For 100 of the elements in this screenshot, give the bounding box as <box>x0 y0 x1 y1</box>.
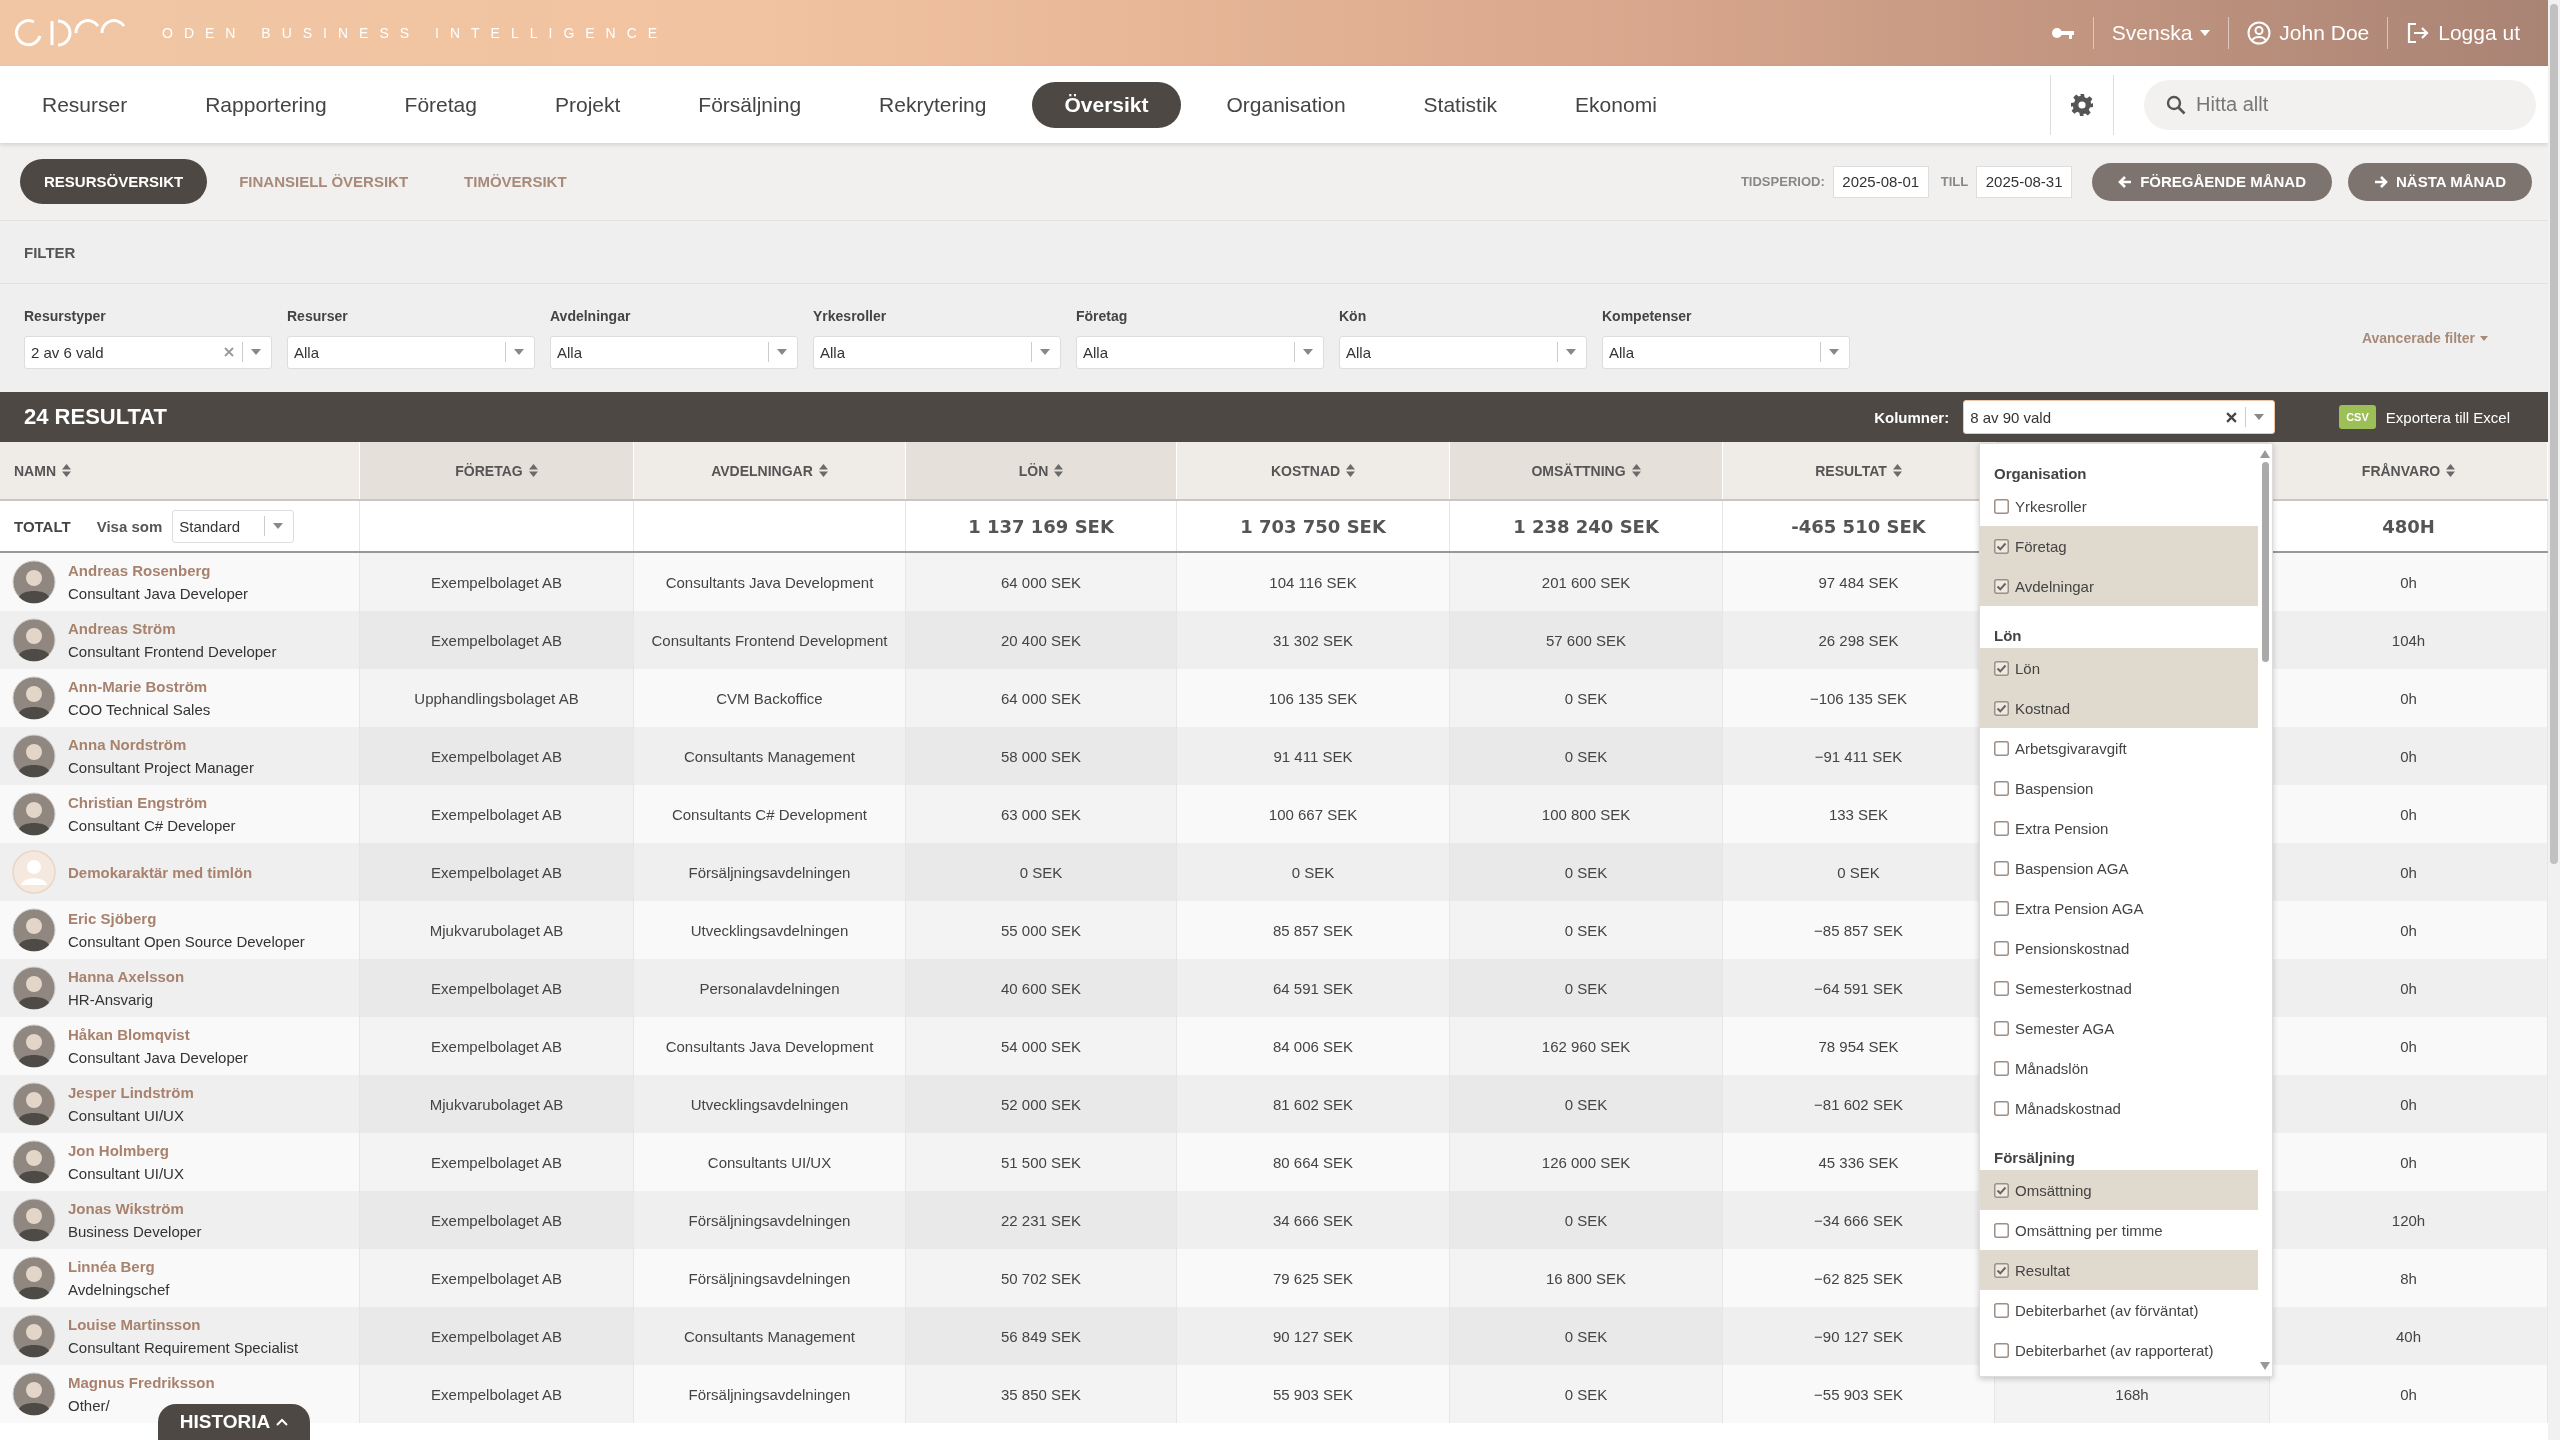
till-label: TILL <box>1940 174 1969 189</box>
checkbox[interactable] <box>1994 578 2009 594</box>
filter-select[interactable]: Alla <box>287 335 535 369</box>
filter-select[interactable]: Alla <box>1602 335 1850 369</box>
table-cell: 50 702 SEK <box>906 1249 1177 1307</box>
table-cell: Exempelbolaget AB <box>360 959 634 1017</box>
column-option[interactable]: Företag <box>1980 526 2258 566</box>
nav-tab[interactable]: Företag <box>372 81 509 128</box>
checkbox[interactable] <box>1994 900 2009 916</box>
column-header[interactable]: FÖRETAG <box>360 442 634 499</box>
filter-select[interactable]: Alla <box>550 335 798 369</box>
previous-month-button[interactable]: FÖREGÅENDE MÅNAD <box>2092 162 2332 201</box>
sort-icon <box>2446 464 2456 477</box>
checkbox[interactable] <box>1994 1342 2009 1358</box>
scroll-up-icon[interactable] <box>2260 450 2270 458</box>
checkbox[interactable] <box>1994 660 2009 676</box>
filter-select[interactable]: Alla <box>1076 335 1324 369</box>
nav-tab[interactable]: Resurser <box>10 81 160 128</box>
table-cell: Exempelbolaget AB <box>360 785 634 843</box>
caret-icon <box>2480 335 2488 341</box>
date-field[interactable]: 2025-08-31 <box>1976 165 2073 198</box>
nav-tab[interactable]: Översikt <box>1032 81 1181 128</box>
table-cell: Exempelbolaget AB <box>360 1365 634 1423</box>
nav-tab[interactable]: Försäljning <box>666 81 834 128</box>
checkbox[interactable] <box>1994 1182 2009 1198</box>
person-title: Avdelningschef <box>68 1281 170 1298</box>
total-value: 480H <box>2382 515 2435 537</box>
next-month-button[interactable]: NÄSTA MÅNAD <box>2348 162 2532 201</box>
view-select[interactable]: Standard <box>172 509 295 543</box>
columns-select[interactable]: 8 av 90 vald <box>1963 400 2276 434</box>
filter-select[interactable]: Alla <box>813 335 1061 369</box>
checkbox[interactable] <box>1994 1302 2009 1318</box>
table-cell: 57 600 SEK <box>1450 611 1723 669</box>
caret-icon <box>1040 349 1050 355</box>
table-cell: 0 SEK <box>1450 1191 1723 1249</box>
scroll-thumb[interactable] <box>2261 462 2269 662</box>
filter-select[interactable]: 2 av 6 vald <box>24 335 272 369</box>
history-tab[interactable]: HISTORIA <box>158 1404 310 1440</box>
nav-tab[interactable]: Ekonomi <box>1543 81 1689 128</box>
checkbox[interactable] <box>1994 498 2009 514</box>
caret-icon <box>1303 349 1313 355</box>
key-icon[interactable] <box>2050 26 2075 40</box>
column-header[interactable]: LÖN <box>906 442 1177 499</box>
scroll-down-icon[interactable] <box>2260 1362 2270 1370</box>
filter-label: Yrkesroller <box>813 307 888 324</box>
caret-icon <box>251 349 261 355</box>
checkbox[interactable] <box>1994 780 2009 796</box>
table-cell: 63 000 SEK <box>906 785 1177 843</box>
search-icon <box>2166 94 2186 115</box>
checkbox[interactable] <box>1994 940 2009 956</box>
checkbox[interactable] <box>1994 1060 2009 1076</box>
caret-icon <box>1566 349 1576 355</box>
checkbox[interactable] <box>1994 1020 2009 1036</box>
checkbox[interactable] <box>1994 740 2009 756</box>
caret-icon <box>273 523 284 529</box>
date-field[interactable]: 2025-08-01 <box>1832 165 1929 198</box>
checkbox[interactable] <box>1994 980 2009 996</box>
checkbox[interactable] <box>1994 700 2009 716</box>
column-option[interactable]: Resultat <box>1980 1250 2258 1290</box>
table-cell: 56 849 SEK <box>906 1307 1177 1365</box>
table-cell: 100 800 SEK <box>1450 785 1723 843</box>
table-cell: Exempelbolaget AB <box>360 1307 634 1365</box>
nav-tab[interactable]: Rekrytering <box>847 81 1019 128</box>
table-cell: 162 960 SEK <box>1450 1017 1723 1075</box>
view-tab[interactable]: RESURSÖVERSIKT <box>20 159 208 204</box>
table-cell: 35 850 SEK <box>906 1365 1177 1423</box>
person-title: Consultant UI/UX <box>68 1107 185 1124</box>
checkbox[interactable] <box>1994 820 2009 836</box>
column-option[interactable]: Omsättning <box>1980 1170 2258 1210</box>
person-title: Consultant UI/UX <box>68 1165 184 1182</box>
checkbox[interactable] <box>1994 1100 2009 1116</box>
person-title: Business Developer <box>68 1223 202 1240</box>
sort-icon <box>1346 464 1356 477</box>
nav-tab[interactable]: Rapportering <box>173 81 359 128</box>
table-cell: 52 000 SEK <box>906 1075 1177 1133</box>
table-cell: Exempelbolaget AB <box>360 611 634 669</box>
nav-tab[interactable]: Statistik <box>1391 81 1530 128</box>
group-title: Försäljning <box>1994 1149 2075 1166</box>
right-arrow-icon <box>2374 174 2388 189</box>
checkbox[interactable] <box>1994 1262 2009 1278</box>
table-cell: Exempelbolaget AB <box>360 843 634 901</box>
scrollbar[interactable] <box>2548 0 2560 1440</box>
checkbox[interactable] <box>1994 1222 2009 1238</box>
filter-select[interactable]: Alla <box>1339 335 1587 369</box>
column-header[interactable]: OMSÄTTNING <box>1450 442 1723 499</box>
column-option[interactable]: Avdelningar <box>1980 566 2258 606</box>
sort-icon <box>62 464 71 477</box>
table-cell: Upphandlingsbolaget AB <box>360 669 634 727</box>
table-cell: 64 000 SEK <box>906 553 1177 611</box>
settings-button[interactable] <box>2050 74 2114 135</box>
search-field[interactable]: Hitta allt <box>2144 79 2536 130</box>
checkbox[interactable] <box>1994 538 2009 554</box>
clear-icon[interactable] <box>2226 411 2238 423</box>
export-excel-button[interactable]: CSV Exportera till Excel <box>2339 405 2510 429</box>
nav-tab[interactable]: Organisation <box>1194 81 1378 128</box>
person-title: Consultant Project Manager <box>68 759 254 776</box>
nav-tab[interactable]: Projekt <box>523 81 653 128</box>
column-option[interactable]: Lön <box>1980 648 2258 688</box>
checkbox[interactable] <box>1994 860 2009 876</box>
column-option[interactable]: Kostnad <box>1980 688 2258 728</box>
